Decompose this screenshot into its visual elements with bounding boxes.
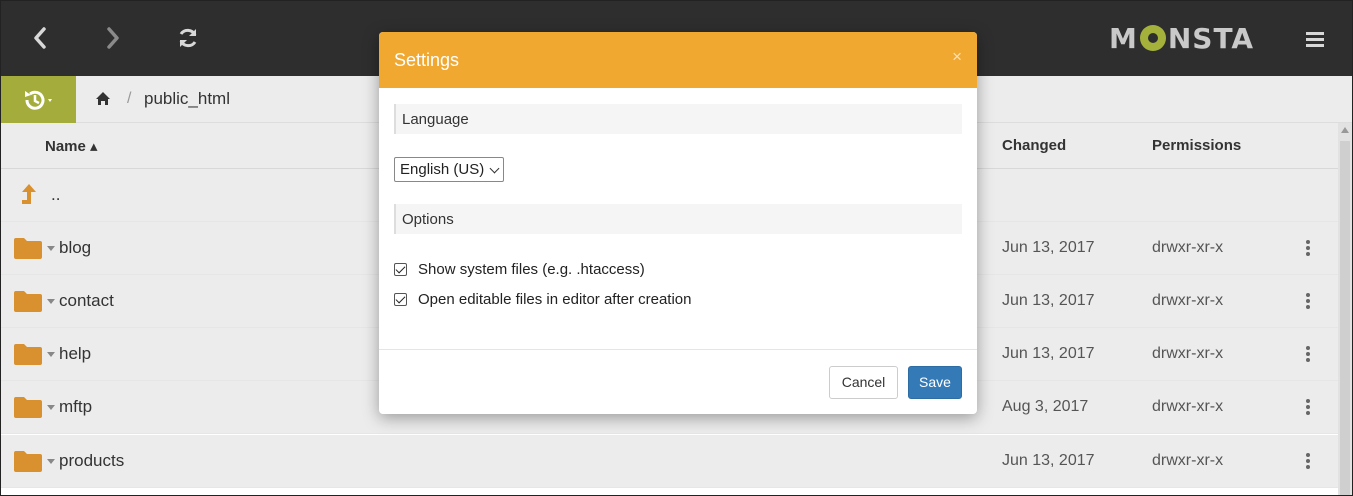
logo-eye-icon [1139, 25, 1166, 51]
row-menu-icon[interactable] [1306, 453, 1310, 471]
home-icon[interactable] [95, 91, 111, 106]
logo-text-left: M [1109, 21, 1138, 55]
main-menu-button[interactable] [1303, 27, 1327, 51]
folder-icon [14, 397, 42, 418]
row-menu-icon[interactable] [1306, 399, 1310, 417]
file-changed: Jun 13, 2017 [1002, 345, 1095, 362]
options-section-header: Options [394, 204, 962, 234]
column-changed[interactable]: Changed [1002, 137, 1066, 154]
app-window: M NSTA / public_html Name ▴ Changed Perm… [0, 0, 1353, 496]
expand-caret-icon[interactable] [47, 246, 55, 251]
expand-caret-icon[interactable] [47, 405, 55, 410]
folder-icon [14, 344, 42, 365]
language-select-value: English (US) [400, 161, 485, 178]
vertical-scrollbar[interactable] [1338, 123, 1352, 495]
show-system-files-label: Show system files (e.g. .htaccess) [418, 261, 645, 278]
row-menu-icon[interactable] [1306, 346, 1310, 364]
history-button[interactable] [1, 76, 76, 123]
monsta-logo: M NSTA [1109, 21, 1254, 55]
scroll-up-arrow-icon[interactable] [1341, 127, 1349, 133]
back-button[interactable] [25, 23, 55, 53]
file-permissions: drwxr-xr-x [1152, 239, 1224, 256]
folder-icon [14, 291, 42, 312]
chevron-right-icon [107, 27, 119, 49]
open-in-editor-label: Open editable files in editor after crea… [418, 291, 692, 308]
file-changed: Jun 13, 2017 [1002, 239, 1095, 256]
file-name: blog [59, 238, 92, 257]
show-system-files-checkbox[interactable] [394, 263, 407, 276]
language-section-label: Language [402, 111, 469, 128]
breadcrumb-separator: / [127, 90, 132, 107]
expand-caret-icon[interactable] [47, 459, 55, 464]
file-changed: Aug 3, 2017 [1002, 398, 1089, 415]
dialog-title: Settings [394, 50, 460, 70]
breadcrumb-path[interactable]: public_html [144, 89, 230, 109]
folder-icon [14, 238, 42, 259]
settings-dialog: Settings × Language English (US) Options… [379, 32, 977, 414]
column-permissions[interactable]: Permissions [1152, 137, 1241, 154]
dialog-footer: Cancel Save [379, 349, 977, 414]
file-permissions: drwxr-xr-x [1152, 452, 1224, 469]
parent-directory-label: .. [51, 185, 61, 204]
file-name: mftp [59, 397, 93, 416]
close-icon[interactable]: × [952, 47, 962, 67]
cancel-button[interactable]: Cancel [829, 366, 898, 399]
chevron-down-icon [489, 163, 500, 174]
up-arrow-icon [22, 184, 36, 204]
refresh-button[interactable] [173, 23, 203, 53]
file-permissions: drwxr-xr-x [1152, 345, 1224, 362]
table-row[interactable]: products Jun 13, 2017 drwxr-xr-x [1, 435, 1338, 488]
language-section-header: Language [394, 104, 962, 134]
row-menu-icon[interactable] [1306, 240, 1310, 258]
hamburger-menu-icon [1306, 32, 1324, 47]
expand-caret-icon[interactable] [47, 299, 55, 304]
file-name: products [59, 451, 125, 470]
row-menu-icon[interactable] [1306, 293, 1310, 311]
folder-icon [14, 451, 42, 472]
open-in-editor-checkbox[interactable] [394, 293, 407, 306]
refresh-icon [179, 28, 197, 48]
language-select[interactable]: English (US) [394, 157, 504, 182]
file-name: contact [59, 291, 114, 310]
column-name[interactable]: Name ▴ [45, 137, 98, 155]
file-changed: Jun 13, 2017 [1002, 452, 1095, 469]
options-section-label: Options [402, 211, 454, 228]
scrollbar-thumb[interactable] [1340, 141, 1350, 495]
file-permissions: drwxr-xr-x [1152, 398, 1224, 415]
file-permissions: drwxr-xr-x [1152, 292, 1224, 309]
logo-text-right: NSTA [1167, 21, 1255, 55]
chevron-left-icon [34, 27, 46, 49]
expand-caret-icon[interactable] [47, 352, 55, 357]
save-button[interactable]: Save [908, 366, 962, 399]
dialog-header: Settings × [379, 32, 977, 88]
history-icon [24, 90, 52, 110]
file-changed: Jun 13, 2017 [1002, 292, 1095, 309]
forward-button[interactable] [98, 23, 128, 53]
file-name: help [59, 344, 92, 363]
